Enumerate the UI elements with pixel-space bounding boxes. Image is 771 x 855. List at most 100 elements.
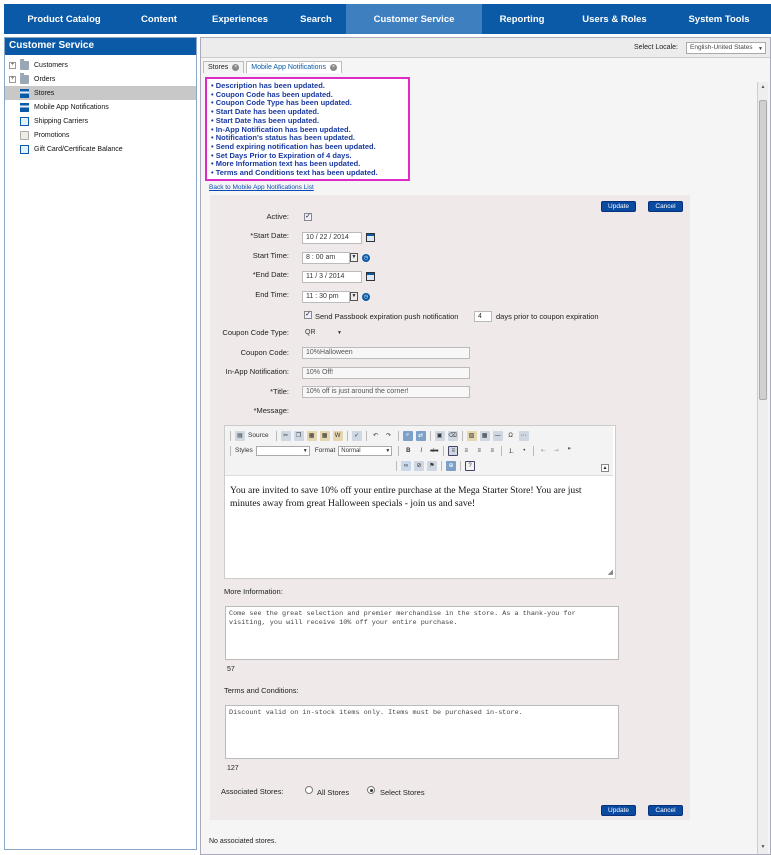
vertical-scrollbar[interactable]: ▲ ▼	[757, 82, 768, 854]
italic-icon[interactable]: I	[416, 446, 426, 456]
paste-word-icon[interactable]: W	[332, 430, 343, 441]
blockquote-icon[interactable]: ❞	[564, 446, 574, 456]
message-editor[interactable]: ▤ Source ✂ ❐ ▦ ▦ W ✓ ↶ ↷ ⌕ ⇄ ▣ ⌫ ▨ ▦ — Ω…	[224, 425, 616, 579]
help-icon[interactable]: ?	[465, 460, 475, 471]
nav-customer-service[interactable]: Customer Service	[346, 4, 482, 34]
sidebar-item-mobile-app-notifications[interactable]: Mobile App Notifications	[5, 100, 196, 114]
scroll-thumb[interactable]	[759, 100, 767, 400]
nav-content[interactable]: Content	[124, 4, 194, 34]
tab-mobile-app-notifications[interactable]: Mobile App Notifications ×	[246, 61, 342, 73]
calendar-icon[interactable]	[366, 233, 375, 242]
strikethrough-icon[interactable]: abc	[429, 446, 439, 456]
unlink-icon[interactable]: ⊘	[414, 460, 424, 471]
align-right-icon[interactable]: ≡	[474, 446, 484, 456]
chevron-down-icon[interactable]: ▼	[350, 292, 358, 301]
terms-field[interactable]: Discount valid on in-stock items only. I…	[225, 705, 619, 759]
tab-stores[interactable]: Stores ×	[203, 61, 245, 73]
start-time-field[interactable]: 8 : 00 am	[302, 252, 350, 264]
indent-icon[interactable]: ⇥	[551, 446, 561, 456]
title-field[interactable]: 10% off is just around the corner!	[302, 386, 470, 398]
scroll-up-icon[interactable]: ▲	[759, 84, 767, 92]
editor-body[interactable]: You are invited to save 10% off your ent…	[230, 485, 608, 510]
passbook-checkbox[interactable]: ✓	[304, 311, 312, 319]
align-center-icon[interactable]: ≡	[461, 446, 471, 456]
justify-icon[interactable]: ≡	[487, 446, 497, 456]
image-icon[interactable]: ▨	[466, 430, 477, 441]
horizontal-rule-icon[interactable]: —	[492, 430, 503, 441]
sidebar-item-customers[interactable]: + Customers	[5, 58, 196, 72]
paste-icon[interactable]: ▦	[306, 430, 317, 441]
all-stores-label[interactable]: All Stores	[317, 788, 349, 797]
nav-experiences[interactable]: Experiences	[194, 4, 286, 34]
select-stores-radio[interactable]	[367, 786, 375, 794]
start-date-field[interactable]: 10 / 22 / 2014	[302, 232, 362, 244]
end-date-field[interactable]: 11 / 3 / 2014	[302, 271, 362, 283]
coupon-code-label: Coupon Code:	[240, 348, 289, 357]
more-info-field[interactable]: Come see the great selection and premier…	[225, 606, 619, 660]
paste-text-icon[interactable]: ▦	[319, 430, 330, 441]
nav-search[interactable]: Search	[286, 4, 346, 34]
anchor-icon[interactable]: ⚑	[427, 460, 437, 471]
editor-toolbar: ▤ Source ✂ ❐ ▦ ▦ W ✓ ↶ ↷ ⌕ ⇄ ▣ ⌫ ▨ ▦ — Ω…	[225, 426, 613, 476]
chevron-down-icon[interactable]: ▼	[350, 253, 358, 262]
special-char-icon[interactable]: Ω	[506, 431, 516, 441]
cut-icon[interactable]: ✂	[280, 430, 291, 441]
passbook-days-field[interactable]: 4	[474, 311, 492, 322]
update-button[interactable]: Update	[601, 201, 636, 212]
remove-format-icon[interactable]: ⌫	[447, 430, 458, 441]
table-icon[interactable]: ▦	[479, 430, 490, 441]
back-to-list-link[interactable]: Back to Mobile App Notifications List	[209, 184, 314, 191]
cancel-button[interactable]: Cancel	[648, 201, 683, 212]
nav-reporting[interactable]: Reporting	[482, 4, 562, 34]
bulleted-list-icon[interactable]: •	[519, 446, 529, 456]
replace-icon[interactable]: ⇄	[415, 430, 426, 441]
scroll-down-icon[interactable]: ▼	[759, 844, 767, 852]
update-button[interactable]: Update	[601, 805, 636, 816]
bold-icon[interactable]: B	[403, 446, 413, 456]
maximize-icon[interactable]: ⊕	[446, 460, 456, 471]
align-left-icon[interactable]: ≡	[448, 445, 459, 456]
sidebar-item-gift-card-balance[interactable]: Gift Card/Certificate Balance	[5, 142, 196, 156]
styles-select[interactable]: ▼	[255, 445, 310, 456]
clock-icon[interactable]: ◷	[362, 254, 370, 262]
copy-icon[interactable]: ❐	[293, 430, 304, 441]
format-select[interactable]: Normal ▼	[338, 445, 393, 456]
nav-system-tools[interactable]: System Tools	[667, 4, 771, 34]
redo-icon[interactable]: ↷	[384, 431, 394, 441]
all-stores-radio[interactable]	[305, 786, 313, 794]
sidebar-item-orders[interactable]: + Orders	[5, 72, 196, 86]
spellcheck-icon[interactable]: ✓	[351, 430, 362, 441]
sidebar-item-promotions[interactable]: Promotions	[5, 128, 196, 142]
inapp-field[interactable]: 10% Off!	[302, 367, 470, 379]
sidebar-item-label: Stores	[34, 89, 55, 97]
link-icon[interactable]: ∞	[401, 460, 411, 471]
select-all-icon[interactable]: ▣	[434, 430, 445, 441]
resize-handle-icon[interactable]: ◢	[608, 568, 613, 576]
source-label[interactable]: Source	[248, 432, 269, 439]
numbered-list-icon[interactable]: ⒈	[506, 446, 516, 456]
calendar-icon[interactable]	[366, 272, 375, 281]
active-checkbox[interactable]: ✓	[304, 213, 312, 221]
sidebar-item-stores[interactable]: Stores	[5, 86, 196, 100]
expand-icon[interactable]: +	[9, 61, 16, 69]
locale-select[interactable]: English-United States ▼	[686, 42, 766, 54]
outdent-icon[interactable]: ⇤	[538, 446, 548, 456]
close-icon[interactable]: ×	[329, 64, 337, 71]
chevron-down-icon: ▼	[337, 330, 342, 336]
cancel-button[interactable]: Cancel	[648, 805, 683, 816]
source-icon[interactable]: ▤	[235, 430, 245, 441]
collapse-toolbar-icon[interactable]: ▲	[601, 464, 609, 472]
clock-icon[interactable]: ◷	[362, 293, 370, 301]
undo-icon[interactable]: ↶	[371, 431, 381, 441]
select-stores-label[interactable]: Select Stores	[380, 788, 425, 797]
find-icon[interactable]: ⌕	[402, 430, 413, 441]
sidebar-item-shipping-carriers[interactable]: Shipping Carriers	[5, 114, 196, 128]
expand-icon[interactable]: +	[9, 75, 16, 83]
nav-users-roles[interactable]: Users & Roles	[562, 4, 667, 34]
coupon-type-select[interactable]: QR ▼	[302, 328, 344, 339]
page-break-icon[interactable]: ⋯	[518, 430, 529, 441]
close-icon[interactable]: ×	[232, 64, 240, 71]
nav-product-catalog[interactable]: Product Catalog	[4, 4, 124, 34]
coupon-code-field[interactable]: 10%Halloween	[302, 347, 470, 359]
end-time-field[interactable]: 11 : 30 pm	[302, 291, 350, 303]
